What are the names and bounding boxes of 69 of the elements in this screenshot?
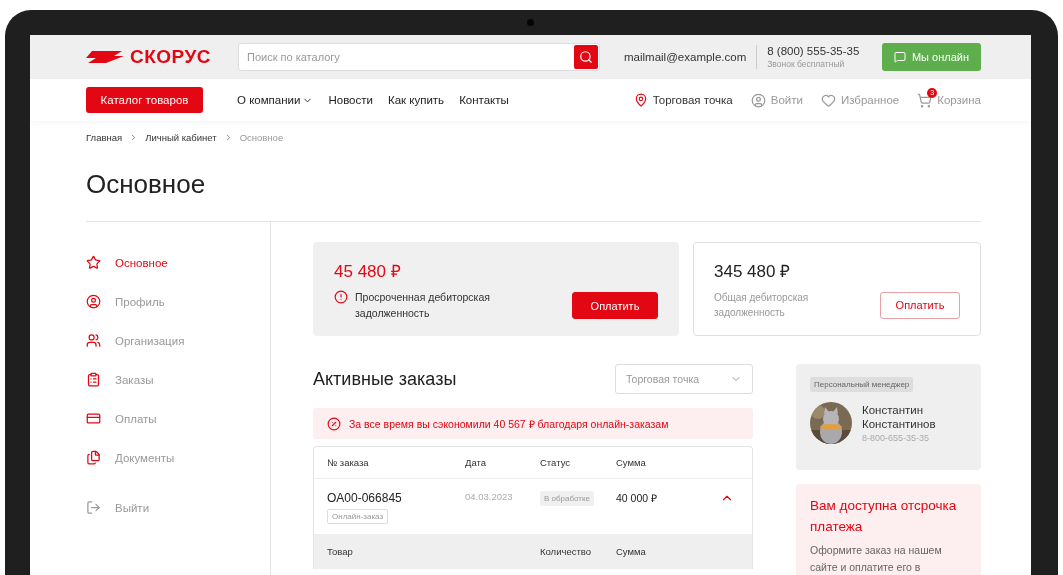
- order-number[interactable]: OA00-066845: [327, 491, 402, 505]
- pay-button[interactable]: Оплатить: [880, 291, 960, 319]
- column-header: Статус: [540, 457, 572, 468]
- store-select[interactable]: Торговая точка: [615, 364, 753, 394]
- column-header: Сумма: [616, 546, 647, 557]
- sidebar-icon: [86, 333, 101, 348]
- search-icon: [579, 50, 593, 64]
- manager-badge: Персональный менеджер: [810, 377, 914, 392]
- sidebar-icon: [86, 255, 101, 270]
- order-tag: Онлайн-заказ: [327, 509, 389, 524]
- nav-link[interactable]: О компании: [237, 94, 314, 106]
- balance-amount: 345 480 ₽: [714, 261, 791, 282]
- column-header: Товар: [327, 546, 354, 557]
- sidebar-item[interactable]: Организация: [86, 321, 185, 360]
- login-link[interactable]: Войти: [750, 92, 803, 108]
- sidebar-icon: [86, 500, 101, 515]
- breadcrumb-link[interactable]: Главная: [86, 131, 123, 143]
- sidebar-icon: [86, 411, 101, 426]
- order-date: 04.03.2023: [465, 491, 514, 502]
- phone-number: 8 (800) 555-35-35: [767, 45, 860, 57]
- column-header: Количество: [540, 546, 593, 557]
- savings-text: За все время вы сэкономили 40 567 ₽ благодаря онлайн-заказам: [349, 416, 669, 431]
- alert-icon: [334, 290, 348, 304]
- sidebar-icon: [86, 372, 101, 387]
- logo-text: СКОРУС: [130, 46, 212, 68]
- column-header: Дата: [465, 457, 488, 468]
- column-header: № заказа: [327, 457, 370, 468]
- promo-text: Оформите заказ на нашем сайте и оплатите его в: [810, 542, 943, 575]
- column-header: Сумма: [616, 457, 647, 468]
- email-link[interactable]: mailmail@example.com: [624, 51, 747, 63]
- sidebar-item[interactable]: Основное: [86, 243, 168, 282]
- balance-amount: 45 480 ₽: [334, 261, 401, 282]
- percent-icon: [327, 416, 341, 431]
- camera-dot: [527, 19, 534, 26]
- pay-button[interactable]: Оплатить: [572, 292, 658, 320]
- balance-label: Просроченная дебиторская задолженность: [355, 290, 491, 321]
- breadcrumb-link[interactable]: Основное: [239, 131, 284, 143]
- balance-label: Общая дебиторская задолженность: [714, 291, 810, 320]
- nav-link[interactable]: Новости: [328, 94, 373, 106]
- sidebar-item[interactable]: Документы: [86, 438, 175, 477]
- nav-link[interactable]: Как купить: [387, 94, 445, 106]
- promo-title: Вам доступна отсрочка платежа: [810, 497, 958, 536]
- user-icon: [750, 92, 766, 108]
- logo-icon: [86, 49, 124, 65]
- search-field[interactable]: Поиск по каталогу: [238, 43, 600, 71]
- order-status: В обработке: [540, 491, 595, 506]
- sidebar-icon: [86, 294, 101, 309]
- sidebar-item[interactable]: Оплаты: [86, 399, 157, 438]
- order-sum: 40 000 ₽: [616, 491, 659, 505]
- orders-title: Активные заказы: [313, 368, 457, 390]
- favorites-link[interactable]: Избранное: [820, 92, 900, 108]
- sidebar-item[interactable]: Заказы: [86, 360, 154, 399]
- sidebar-icon: [86, 450, 101, 465]
- breadcrumb-link[interactable]: Личный кабинет: [145, 131, 217, 143]
- manager-name: Константин Константинов: [862, 402, 937, 432]
- store-link[interactable]: Торговая точка: [633, 93, 733, 107]
- phone-note: Звонок бесплатный: [767, 59, 846, 69]
- chat-icon: [893, 51, 906, 63]
- chat-button[interactable]: Мы онлайн: [882, 43, 981, 71]
- heart-icon: [820, 92, 836, 108]
- nav-link[interactable]: Контакты: [459, 94, 509, 106]
- manager-phone: 8-800-655-35-35: [862, 433, 931, 444]
- page-title: Основное: [86, 153, 981, 222]
- map-pin-icon: [633, 93, 648, 107]
- catalog-button[interactable]: Каталог товаров: [86, 87, 203, 113]
- search-button[interactable]: [574, 45, 598, 69]
- sidebar-item[interactable]: Выйти: [86, 488, 150, 527]
- cart-icon: [917, 92, 933, 108]
- sidebar-item[interactable]: Профиль: [86, 282, 165, 321]
